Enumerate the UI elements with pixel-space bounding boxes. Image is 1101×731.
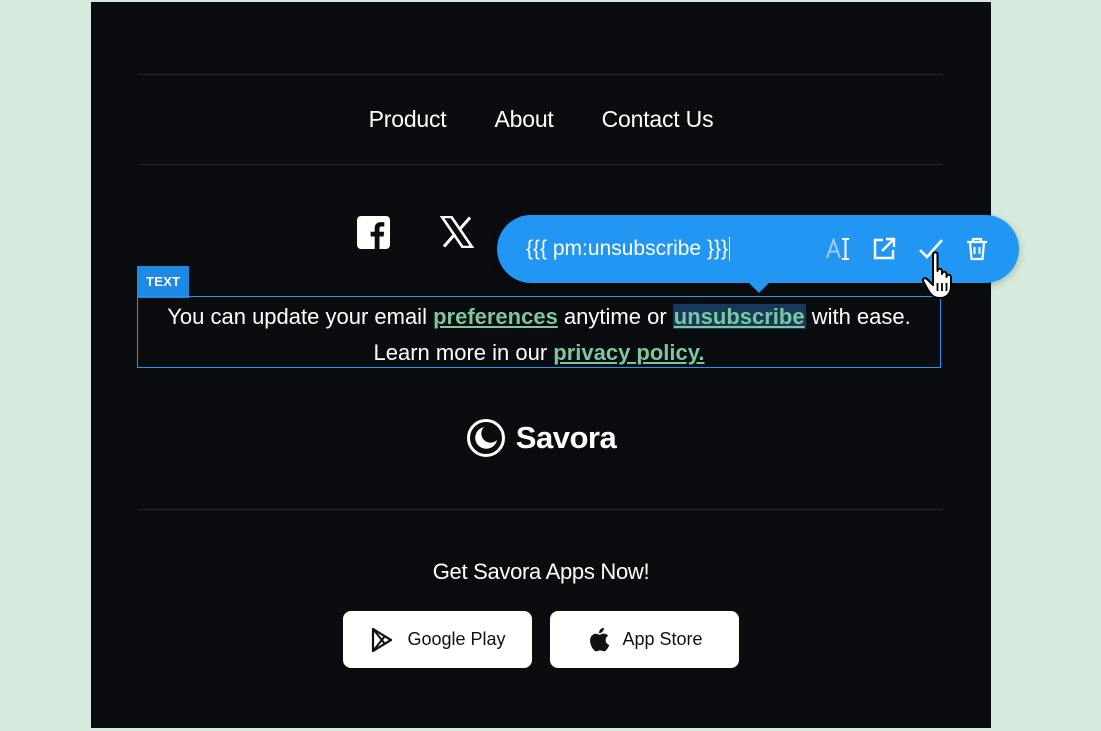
unsubscribe-link[interactable]: unsubscribe <box>672 304 806 329</box>
open-link-icon[interactable] <box>869 234 899 264</box>
google-play-label: Google Play <box>407 629 506 649</box>
text-block-tag: TEXT <box>137 266 190 298</box>
google-play-button[interactable]: Google Play <box>343 611 532 668</box>
text-segment: with ease. <box>805 304 911 329</box>
app-store-button[interactable]: App Store <box>550 611 739 668</box>
brand-name: Savora <box>515 420 617 455</box>
x-icon[interactable] <box>437 212 477 252</box>
privacy-policy-link[interactable]: privacy policy. <box>553 340 704 365</box>
text-caret <box>729 237 730 262</box>
divider <box>138 509 943 510</box>
brand-logo: Savora <box>91 418 991 458</box>
nav-item-contact-us[interactable]: Contact Us <box>602 106 714 133</box>
savora-logo-icon <box>466 419 505 457</box>
apps-title: Get Savora Apps Now! <box>432 559 650 584</box>
google-play-icon <box>372 627 393 652</box>
preferences-link[interactable]: preferences <box>433 304 558 329</box>
link-url-value: {{{ pm:unsubscribe }}} <box>526 237 728 260</box>
email-footer: Product About Contact Us TEXT You can up… <box>91 2 991 728</box>
apple-icon <box>590 627 610 652</box>
text-style-icon[interactable] <box>823 234 853 264</box>
divider <box>138 74 943 75</box>
text-block[interactable]: You can update your email preferences an… <box>137 296 941 368</box>
hand-pointer-cursor <box>921 251 952 299</box>
divider <box>138 164 943 165</box>
facebook-icon[interactable] <box>353 212 393 252</box>
text-segment: You can update your email <box>167 304 434 329</box>
link-url-input[interactable]: {{{ pm:unsubscribe }}} <box>526 233 756 265</box>
footer-nav: Product About Contact Us <box>91 106 991 133</box>
nav-item-about[interactable]: About <box>495 106 554 133</box>
text-segment: Learn more in our <box>373 340 554 365</box>
nav-item-product[interactable]: Product <box>369 106 447 133</box>
app-store-label: App Store <box>622 629 703 649</box>
text-segment: anytime or <box>557 304 673 329</box>
